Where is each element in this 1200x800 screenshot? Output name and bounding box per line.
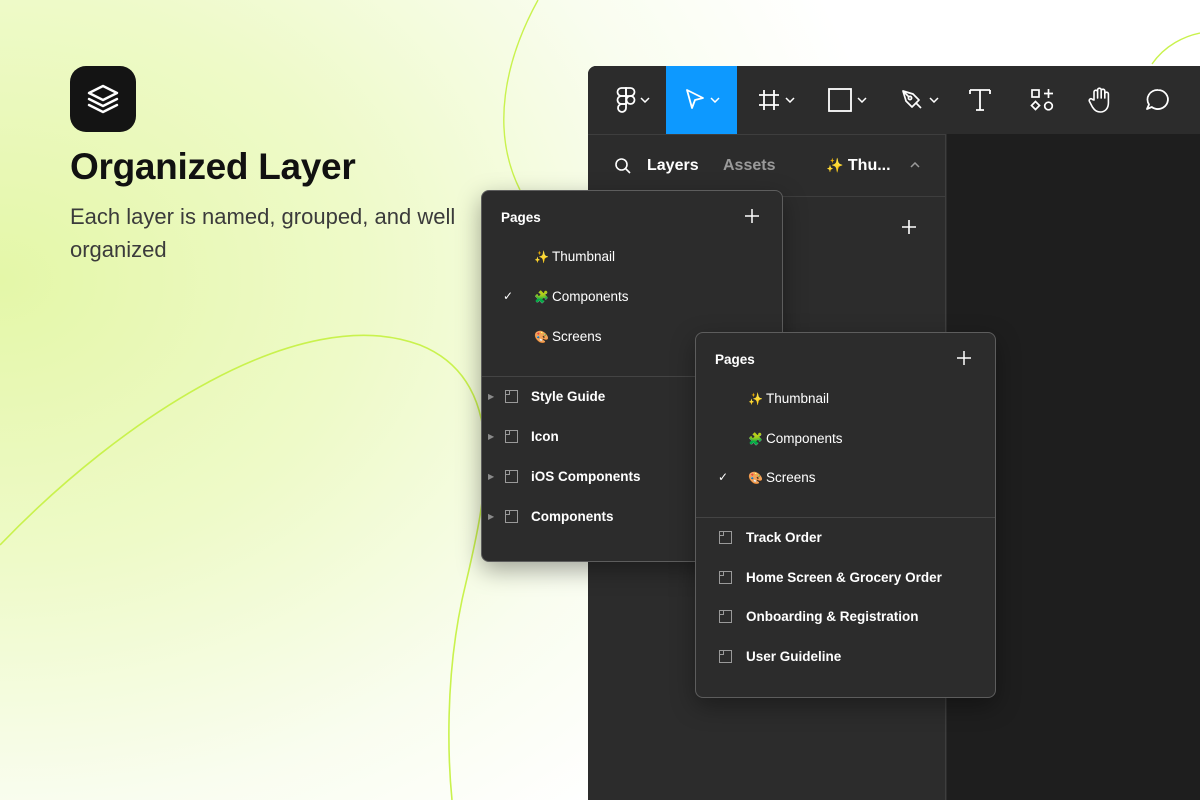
page-item-thumbnail[interactable]: ✨ Thumbnail xyxy=(696,378,995,418)
layer-row-onboarding[interactable]: Onboarding & Registration xyxy=(696,596,995,636)
page-selector-label: Thu... xyxy=(847,157,891,174)
expand-caret-icon[interactable]: ▶ xyxy=(488,472,494,481)
tab-assets[interactable]: Assets xyxy=(723,157,775,175)
page-item-content: 🎨 Screens xyxy=(748,470,816,485)
page-item-label: Screens xyxy=(552,328,602,344)
expand-caret-icon[interactable]: ▶ xyxy=(488,432,494,441)
pages-heading: Pages xyxy=(501,210,541,225)
layer-label: Track Order xyxy=(746,529,822,545)
layer-label: Components xyxy=(531,508,614,524)
hero-title: Organized Layer xyxy=(70,146,356,187)
tab-layers[interactable]: Layers xyxy=(647,157,699,175)
chevron-down-icon xyxy=(857,97,867,103)
page-item-content: 🧩 Components xyxy=(534,289,629,304)
checkmark-icon: ✓ xyxy=(718,470,729,484)
move-tool-button[interactable] xyxy=(666,66,737,134)
frame-icon xyxy=(505,469,518,483)
sparkles-icon: ✨ xyxy=(748,391,763,406)
expand-caret-icon[interactable]: ▶ xyxy=(488,392,494,401)
page-item-label: Components xyxy=(766,430,843,446)
frame-tool-button[interactable] xyxy=(746,66,806,134)
frame-icon xyxy=(505,389,518,403)
page-item-label: Screens xyxy=(766,469,816,485)
page-item-content: 🧩 Components xyxy=(748,431,843,446)
page-item-components[interactable]: ✓ 🧩 Components xyxy=(482,276,782,316)
layer-row-home-screen[interactable]: Home Screen & Grocery Order xyxy=(696,557,995,597)
puzzle-icon: 🧩 xyxy=(534,289,549,304)
search-icon[interactable] xyxy=(614,157,632,175)
resources-tool-button[interactable] xyxy=(1024,66,1060,134)
chevron-down-icon xyxy=(929,97,939,103)
page-item-content: 🎨 Screens xyxy=(534,329,602,344)
page-item-content: ✨ Thumbnail xyxy=(748,391,829,406)
frame-icon xyxy=(719,530,732,544)
layer-label: Icon xyxy=(531,428,559,444)
chevron-down-icon xyxy=(785,97,795,103)
frame-icon xyxy=(719,649,732,663)
layer-label: Onboarding & Registration xyxy=(746,608,919,624)
layers-logo-tile xyxy=(70,66,136,132)
page-item-content: ✨ Thumbnail xyxy=(534,249,615,264)
cursor-icon xyxy=(685,89,704,109)
page-item-components[interactable]: 🧩 Components xyxy=(696,418,995,458)
figma-logo-icon xyxy=(616,87,636,113)
layer-label: iOS Components xyxy=(531,468,641,484)
palette-icon: 🎨 xyxy=(534,329,549,344)
hand-tool-button[interactable] xyxy=(1082,66,1118,134)
palette-icon: 🎨 xyxy=(748,470,763,485)
checkmark-icon: ✓ xyxy=(503,289,514,303)
text-tool-button[interactable] xyxy=(962,66,998,134)
frame-icon xyxy=(719,609,732,623)
chevron-up-icon[interactable] xyxy=(910,162,920,168)
pen-tool-button[interactable] xyxy=(888,66,950,134)
resources-icon xyxy=(1030,89,1054,111)
figma-menu-button[interactable] xyxy=(602,66,664,134)
layer-label: Home Screen & Grocery Order xyxy=(746,569,942,585)
layer-row-user-guideline[interactable]: User Guideline xyxy=(696,636,995,676)
puzzle-icon: 🧩 xyxy=(748,431,763,446)
page-item-label: Thumbnail xyxy=(766,390,830,406)
chevron-down-icon xyxy=(709,97,720,103)
page-item-screens[interactable]: ✓ 🎨 Screens xyxy=(696,457,995,497)
hash-frame-icon xyxy=(759,90,779,110)
comment-icon xyxy=(1146,89,1169,110)
sparkles-icon: ✨ xyxy=(534,249,549,264)
page-item-label: Thumbnail xyxy=(552,248,616,264)
layer-label: Style Guide xyxy=(531,388,606,404)
frame-icon xyxy=(505,509,518,523)
add-page-icon[interactable] xyxy=(745,209,759,223)
rectangle-icon xyxy=(828,88,852,112)
toolbar xyxy=(588,66,1200,134)
frame-icon xyxy=(505,429,518,443)
expand-caret-icon[interactable]: ▶ xyxy=(488,512,494,521)
layer-row-track-order[interactable]: Track Order xyxy=(696,517,995,557)
pages-popover-front: Pages ✨ Thumbnail 🧩 Components ✓ 🎨 Screens … xyxy=(695,332,996,698)
hand-icon xyxy=(1088,87,1110,113)
shape-tool-button[interactable] xyxy=(816,66,878,134)
text-icon xyxy=(969,89,991,111)
add-page-icon[interactable] xyxy=(901,219,917,235)
chevron-down-icon xyxy=(640,97,650,103)
pen-icon xyxy=(902,90,922,109)
layers-stack-icon xyxy=(87,84,119,114)
page-item-label: Components xyxy=(552,288,629,304)
page-item-thumbnail[interactable]: ✨ Thumbnail xyxy=(482,236,782,276)
frame-icon xyxy=(719,570,732,584)
layer-label: User Guideline xyxy=(746,648,842,664)
add-page-icon[interactable] xyxy=(957,351,971,365)
panel-tabs: Layers Assets ✨ Thu... xyxy=(588,135,946,197)
page-selector[interactable]: ✨ Thu... xyxy=(826,157,891,175)
page-emoji: ✨ xyxy=(826,157,844,173)
comment-tool-button[interactable] xyxy=(1140,66,1176,134)
hero-subtitle: Each layer is named, grouped, and well o… xyxy=(70,204,456,262)
pages-heading: Pages xyxy=(715,352,755,367)
